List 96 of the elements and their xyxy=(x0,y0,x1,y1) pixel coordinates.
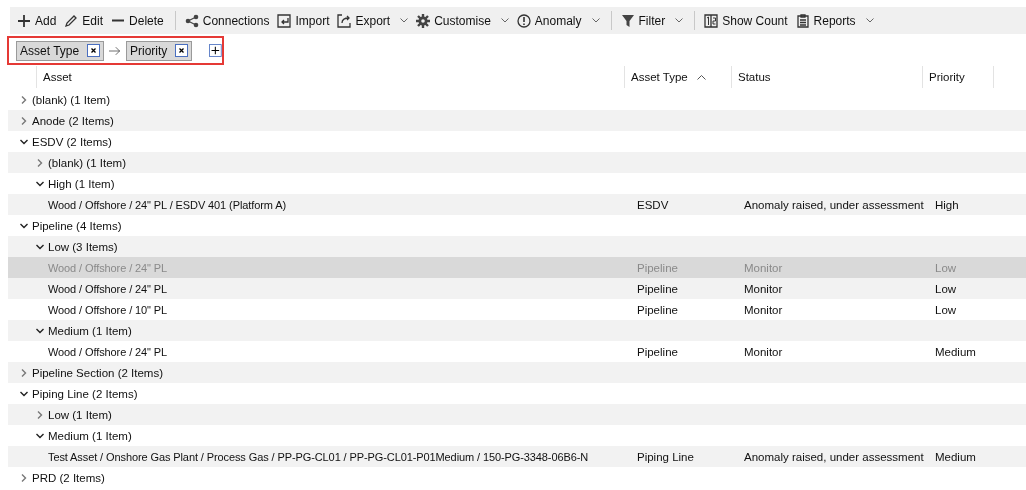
table-cell-text: Monitor xyxy=(743,282,784,295)
filter-icon xyxy=(620,13,635,28)
column-header[interactable]: Asset xyxy=(36,66,624,88)
table-cell-text: Pipeline xyxy=(636,261,679,274)
table-cell-text: Anomaly raised, under assessment xyxy=(743,198,925,211)
group-label: Medium (1 Item) xyxy=(48,324,132,337)
group-row[interactable]: Medium (1 Item) xyxy=(8,425,1026,446)
table-cell-text: Wood / Offshore / 24" PL xyxy=(47,345,169,358)
numbers-icon xyxy=(704,13,719,28)
group-label: Pipeline Section (2 Items) xyxy=(32,366,164,379)
close-icon[interactable] xyxy=(87,44,101,57)
import-icon xyxy=(277,13,292,28)
chip-label: Priority xyxy=(130,43,168,58)
group-chip[interactable]: Priority xyxy=(126,40,193,61)
add-icon[interactable] xyxy=(209,43,222,58)
column-header[interactable]: Priority xyxy=(922,66,994,88)
chevron-icon[interactable] xyxy=(36,431,44,440)
group-row[interactable]: Pipeline Section (2 Items) xyxy=(8,362,1026,383)
table-row[interactable]: Wood / Offshore / 10" PL Pipeline Monitor Low xyxy=(8,299,1026,320)
toolbar-button[interactable]: Import xyxy=(274,8,333,33)
table-cell-text: Piping Line xyxy=(636,450,695,463)
table-cell-text: Wood / Offshore / 24" PL xyxy=(47,282,169,295)
group-row[interactable]: PRD (2 Items) xyxy=(8,467,1026,488)
minus-icon xyxy=(111,19,126,22)
table-cell-text: Test Asset / Onshore Gas Plant / Process Gas / PP-PG-CL01 / PP-PG-CL01-P01Medium / 150-PG-3348-06B6-N xyxy=(47,450,590,463)
table-cell-text: ESDV xyxy=(636,198,670,211)
chip-label: Asset Type xyxy=(20,43,80,58)
clipboard-icon xyxy=(795,13,810,28)
group-label: Piping Line (2 Items) xyxy=(32,387,138,400)
group-row[interactable]: High (1 Item) xyxy=(8,173,1026,194)
group-label: Anode (2 Items) xyxy=(32,114,114,127)
group-label: Low (3 Items) xyxy=(48,240,118,253)
toolbar-button[interactable]: Add xyxy=(14,8,60,33)
close-icon[interactable] xyxy=(175,44,189,57)
toolbar-button[interactable]: Edit xyxy=(61,8,107,33)
group-label: ESDV (2 Items) xyxy=(32,135,112,148)
toolbar-button[interactable]: Reports xyxy=(792,8,877,33)
table-row[interactable]: Wood / Offshore / 24" PL / ESDV 401 (Platform A) ESDV Anomaly raised, under assessment High xyxy=(8,194,1026,215)
column-header[interactable]: Status xyxy=(731,66,922,88)
settings-icon xyxy=(416,13,431,28)
toolbar-button[interactable]: Connections xyxy=(181,8,273,33)
chevron-icon[interactable] xyxy=(36,179,44,188)
table-cell-text: Low xyxy=(934,261,958,274)
group-row[interactable]: Low (3 Items) xyxy=(8,236,1026,257)
table-cell-text: Pipeline xyxy=(636,282,679,295)
table-cell-text: Wood / Offshore / 24" PL xyxy=(47,261,169,274)
group-label: (blank) (1 Item) xyxy=(48,156,126,169)
group-label: Low (1 Item) xyxy=(48,408,112,421)
table-cell-text: Pipeline xyxy=(636,303,679,316)
toolbar-button[interactable]: Delete xyxy=(108,8,167,33)
group-row[interactable]: (blank) (1 Item) xyxy=(8,152,1026,173)
alert-icon xyxy=(516,13,531,28)
group-chip[interactable]: Asset Type xyxy=(16,40,105,61)
export-icon xyxy=(337,13,352,28)
table-cell-text: Low xyxy=(934,303,958,316)
table-cell-text: Medium xyxy=(934,345,977,358)
table-cell-text: Monitor xyxy=(743,261,784,274)
chevron-icon[interactable] xyxy=(36,242,44,251)
chevron-icon[interactable] xyxy=(20,137,28,146)
toolbar-button[interactable]: Show Count xyxy=(701,8,791,33)
table-cell-text: Pipeline xyxy=(636,345,679,358)
group-row[interactable]: (blank) (1 Item) xyxy=(8,89,1026,110)
chevron-icon[interactable] xyxy=(20,221,28,230)
group-row[interactable]: Piping Line (2 Items) xyxy=(8,383,1026,404)
chevron-icon[interactable] xyxy=(36,326,44,335)
table-row[interactable]: Wood / Offshore / 24" PL Pipeline Monitor Low xyxy=(8,278,1026,299)
group-row[interactable]: Low (1 Item) xyxy=(8,404,1026,425)
toolbar-button[interactable]: Filter xyxy=(617,8,687,33)
table-cell-text: Monitor xyxy=(743,345,784,358)
group-label: (blank) (1 Item) xyxy=(32,93,110,106)
toolbar-button[interactable]: Customise xyxy=(413,8,512,33)
group-row[interactable]: Anode (2 Items) xyxy=(8,110,1026,131)
share-icon xyxy=(184,13,199,28)
group-label: Medium (1 Item) xyxy=(48,429,132,442)
table-cell-text: Monitor xyxy=(743,303,784,316)
table-row[interactable]: Wood / Offshore / 24" PL Pipeline Monitor Medium xyxy=(8,341,1026,362)
group-row[interactable]: ESDV (2 Items) xyxy=(8,131,1026,152)
group-label: High (1 Item) xyxy=(48,177,115,190)
group-row[interactable]: Medium (1 Item) xyxy=(8,320,1026,341)
table-cell-text: Anomaly raised, under assessment xyxy=(743,450,925,463)
table-cell-text: Wood / Offshore / 10" PL xyxy=(47,303,169,316)
group-label: PRD (2 Items) xyxy=(32,471,105,484)
table-cell-text: Low xyxy=(934,282,958,295)
arrow-icon xyxy=(109,45,121,56)
column-header[interactable]: Asset Type xyxy=(624,66,731,88)
toolbar-button[interactable]: Export xyxy=(334,8,412,33)
table-row[interactable]: Test Asset / Onshore Gas Plant / Process Gas / PP-PG-CL01 / PP-PG-CL01-P01Medium / 150-PG-3348-06B6-N Piping Line Anomaly raised, under assessment Medium xyxy=(8,446,1026,467)
table-cell-text: High xyxy=(934,198,960,211)
toolbar-button[interactable]: Anomaly xyxy=(513,8,603,33)
pencil-icon xyxy=(64,13,79,28)
plus-icon xyxy=(17,13,31,28)
table-cell-text: Medium xyxy=(934,450,977,463)
group-label: Pipeline (4 Items) xyxy=(32,219,122,232)
table-cell-text: Wood / Offshore / 24" PL / ESDV 401 (Platform A) xyxy=(47,198,287,211)
chevron-icon[interactable] xyxy=(20,389,28,398)
group-row[interactable]: Pipeline (4 Items) xyxy=(8,215,1026,236)
